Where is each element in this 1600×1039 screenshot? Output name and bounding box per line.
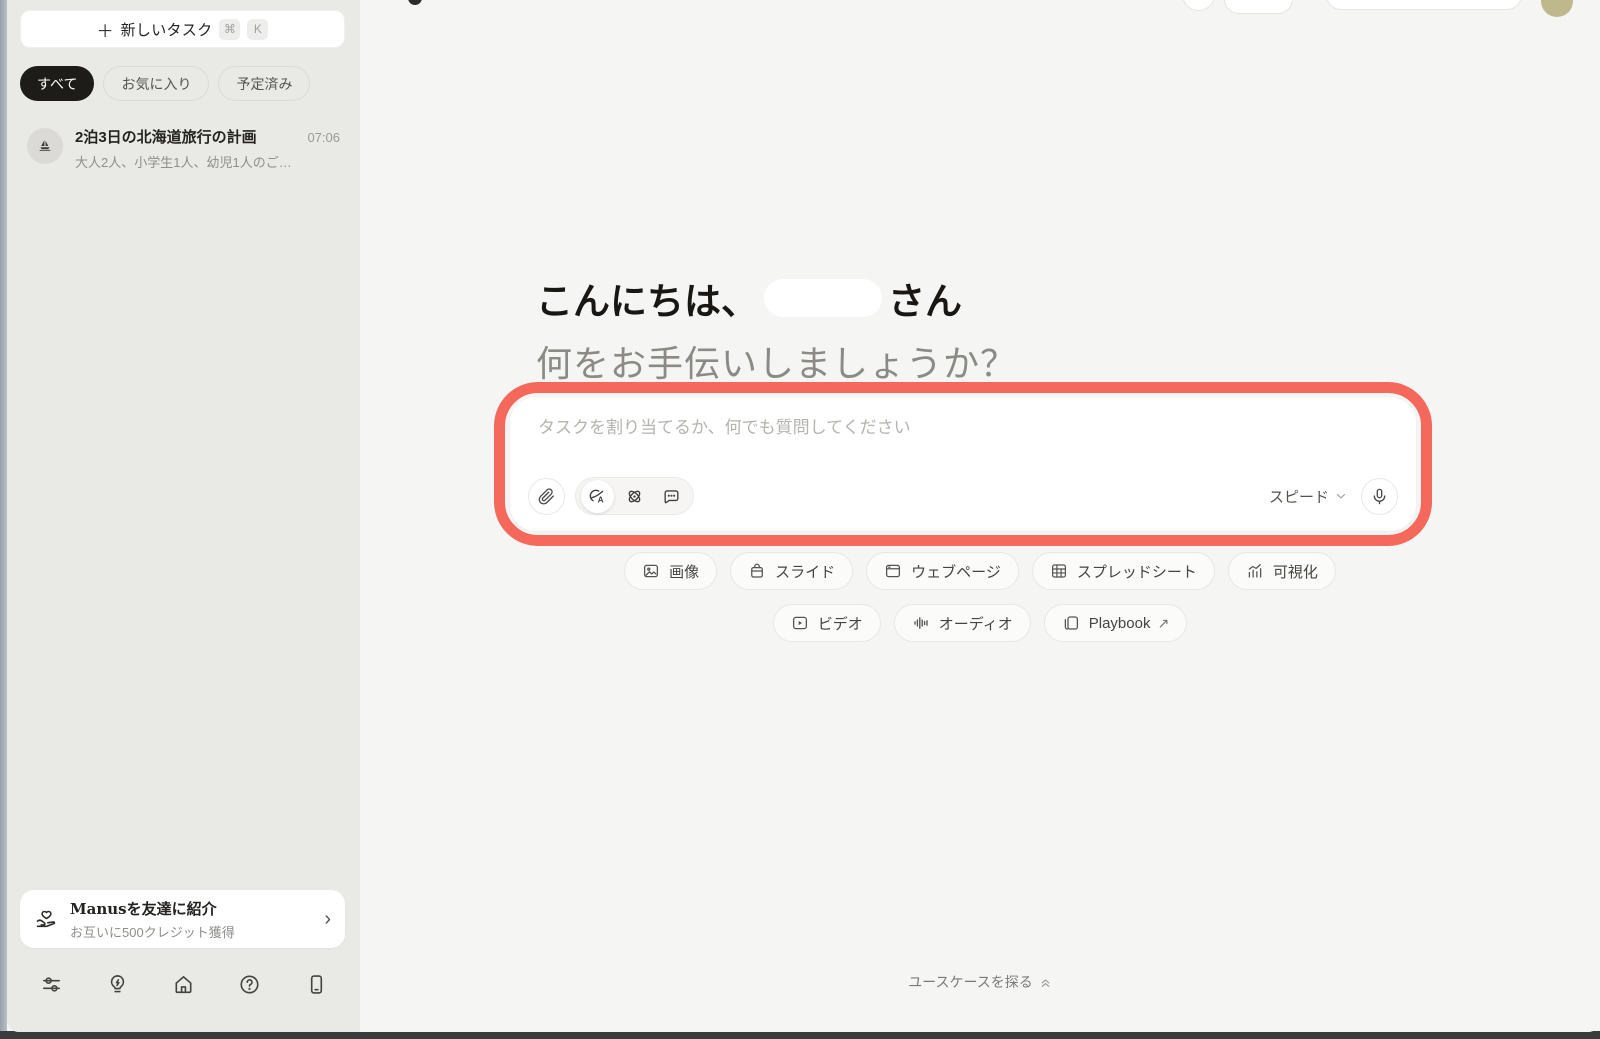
task-time: 07:06	[307, 130, 340, 145]
chip-label: Playbook	[1089, 615, 1151, 632]
user-avatar[interactable]	[1541, 0, 1573, 17]
greeting-line1: こんにちは、 さん	[536, 271, 1017, 325]
cutoff-pill-button[interactable]	[1224, 0, 1293, 14]
kbd-command: ⌘	[219, 19, 240, 40]
composer-toolbar: A	[528, 477, 1398, 515]
mobile-icon[interactable]	[303, 971, 329, 997]
svg-text:A: A	[598, 494, 604, 504]
greeting-line2: 何をお手伝いしましょうか？	[536, 335, 1017, 387]
composer-input[interactable]	[538, 413, 1388, 467]
external-link-icon: ↗	[1157, 615, 1169, 632]
home-icon[interactable]	[171, 971, 197, 997]
chat-mode-icon	[662, 487, 681, 506]
greeting: こんにちは、 さん 何をお手伝いしましょうか？	[536, 271, 1017, 387]
playbook-icon	[1062, 614, 1080, 632]
chevron-right-icon: ›	[324, 909, 331, 929]
task-subtitle: 大人2人、小学生1人、幼児1人のご…	[75, 152, 340, 171]
referral-card[interactable]: Manusを友達に紹介 お互いに500クレジット獲得 ›	[20, 890, 345, 948]
agent-mode-button[interactable]	[618, 480, 651, 513]
chip-label: ウェブページ	[911, 561, 1001, 582]
chip-label: 可視化	[1273, 561, 1318, 582]
explore-row: ユースケースを探る	[360, 972, 1600, 992]
chip-label: 画像	[669, 561, 699, 582]
chip-visualization[interactable]: 可視化	[1228, 552, 1336, 590]
visualization-icon	[1246, 562, 1264, 580]
video-icon	[791, 614, 809, 632]
desktop-edge-left	[0, 0, 7, 1039]
new-task-label: 新しいタスク	[121, 19, 213, 40]
plus-icon: ＋	[97, 17, 114, 42]
chip-spreadsheet[interactable]: スプレッドシート	[1032, 552, 1215, 590]
explore-use-cases-button[interactable]: ユースケースを探る	[908, 972, 1052, 992]
speed-label: スピード	[1269, 486, 1329, 507]
paperclip-icon	[537, 487, 556, 506]
webpage-icon	[884, 562, 902, 580]
kbd-k: K	[247, 19, 268, 40]
chip-label: オーディオ	[939, 613, 1013, 634]
main-area: こんにちは、 さん 何をお手伝いしましょうか？	[360, 0, 1600, 1032]
image-icon	[642, 562, 660, 580]
hand-heart-icon	[34, 907, 58, 931]
chip-playbook[interactable]: Playbook ↗	[1044, 604, 1187, 642]
agent-mode-icon	[625, 487, 644, 506]
chip-slides[interactable]: スライド	[730, 552, 853, 590]
chevron-down-icon	[1335, 490, 1347, 502]
filter-all[interactable]: すべて	[20, 66, 94, 101]
task-title: 2泊3日の北海道旅行の計画	[75, 126, 299, 147]
chip-image[interactable]: 画像	[624, 552, 717, 590]
mode-selector: A	[575, 477, 694, 515]
spreadsheet-icon	[1050, 562, 1068, 580]
desktop-edge-bottom	[0, 1031, 1600, 1039]
cutoff-circle-button[interactable]	[1182, 0, 1215, 11]
redacted-username	[764, 279, 882, 317]
task-filters: すべて お気に入り 予定済み	[20, 66, 310, 101]
attach-button[interactable]	[528, 478, 565, 515]
greeting-prefix: こんにちは、	[536, 271, 758, 325]
sailboat-icon	[27, 128, 63, 164]
filter-favorites[interactable]: お気に入り	[103, 66, 209, 101]
sidebar-footer	[20, 964, 347, 1004]
slides-icon	[748, 562, 766, 580]
chip-webpage[interactable]: ウェブページ	[866, 552, 1019, 590]
greeting-suffix: さん	[888, 271, 962, 325]
cutoff-logo-icon	[408, 0, 422, 5]
audio-icon	[912, 614, 930, 632]
adaptive-mode-button[interactable]: A	[581, 480, 614, 513]
new-task-button[interactable]: ＋ 新しいタスク ⌘ K	[20, 10, 345, 48]
speed-selector[interactable]: スピード	[1269, 486, 1347, 507]
task-list-item[interactable]: 2泊3日の北海道旅行の計画 07:06 大人2人、小学生1人、幼児1人のご…	[15, 118, 352, 179]
referral-subtitle: お互いに500クレジット獲得	[70, 922, 312, 941]
sidebar: ＋ 新しいタスク ⌘ K すべて お気に入り 予定済み 2泊3日の北海道旅行の計	[7, 0, 360, 1032]
app-window: ＋ 新しいタスク ⌘ K すべて お気に入り 予定済み 2泊3日の北海道旅行の計	[7, 0, 1600, 1032]
suggestion-chips-row1: 画像 スライド ウェブページ	[360, 552, 1600, 590]
chat-mode-button[interactable]	[655, 480, 688, 513]
referral-title: Manusを友達に紹介	[70, 898, 312, 919]
composer: A	[510, 397, 1416, 531]
voice-button[interactable]	[1361, 478, 1398, 515]
task-body: 2泊3日の北海道旅行の計画 07:06 大人2人、小学生1人、幼児1人のご…	[75, 126, 340, 171]
lightbulb-flash-icon[interactable]	[104, 971, 130, 997]
filter-scheduled[interactable]: 予定済み	[218, 66, 310, 101]
chevrons-up-icon	[1039, 976, 1052, 989]
cutoff-wide-button[interactable]	[1326, 0, 1522, 10]
explore-label: ユースケースを探る	[908, 972, 1033, 992]
referral-text: Manusを友達に紹介 お互いに500クレジット獲得	[70, 898, 312, 941]
chip-video[interactable]: ビデオ	[773, 604, 881, 642]
microphone-icon	[1370, 487, 1389, 506]
help-circle-icon[interactable]	[237, 971, 263, 997]
suggestion-chips-row2: ビデオ オーディオ Playbook ↗	[360, 604, 1600, 642]
chip-audio[interactable]: オーディオ	[894, 604, 1031, 642]
adaptive-mode-icon: A	[588, 487, 607, 506]
settings-sliders-icon[interactable]	[38, 971, 64, 997]
chip-label: スプレッドシート	[1077, 561, 1197, 582]
chip-label: ビデオ	[818, 613, 863, 634]
chip-label: スライド	[775, 561, 835, 582]
